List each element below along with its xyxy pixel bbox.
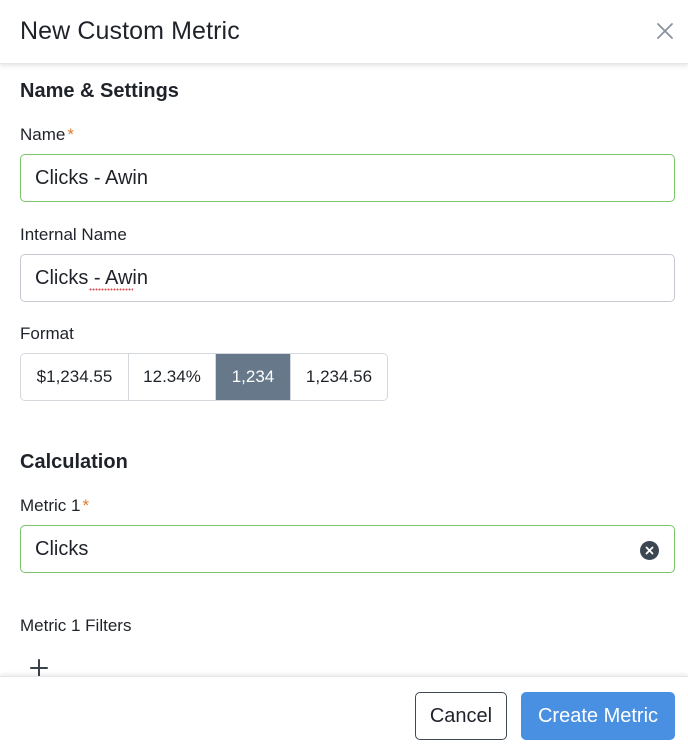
metric1-filters-label: Metric 1 Filters: [20, 616, 132, 635]
plus-icon: [30, 659, 48, 676]
metric1-select[interactable]: Clicks: [20, 525, 675, 573]
modal-footer: Cancel Create Metric: [0, 676, 688, 746]
internal-name-input[interactable]: Clicks - Awin: [20, 254, 675, 302]
format-label: Format: [20, 324, 74, 343]
cancel-button[interactable]: Cancel: [415, 692, 507, 740]
name-input-value: Clicks - Awin: [35, 167, 148, 189]
name-input[interactable]: Clicks - Awin: [20, 154, 675, 202]
internal-name-value: Clicks - Awin: [35, 267, 148, 289]
modal-header: New Custom Metric: [0, 0, 688, 64]
clear-circle-icon: [645, 546, 654, 555]
calculation-heading: Calculation: [20, 451, 128, 473]
metric1-label: Metric 1 *: [20, 496, 89, 516]
name-label-text: Name: [20, 125, 66, 144]
spellcheck-underline: [89, 288, 133, 291]
modal-title: New Custom Metric: [20, 17, 240, 45]
modal-body: Name & Settings Name * Clicks - Awin Inte…: [0, 64, 688, 676]
format-option-decimal[interactable]: 1,234.56: [291, 354, 387, 400]
clear-metric-button[interactable]: [640, 541, 659, 560]
metric1-label-text: Metric 1: [20, 496, 81, 515]
format-selector: $1,234.55 12.34% 1,234 1,234.56: [20, 353, 388, 401]
close-icon: [657, 23, 673, 39]
required-marker: *: [82, 496, 90, 515]
internal-name-label: Internal Name: [20, 225, 127, 244]
format-option-currency[interactable]: $1,234.55: [21, 354, 129, 400]
close-button[interactable]: [650, 16, 680, 46]
format-option-percent[interactable]: 12.34%: [129, 354, 216, 400]
required-marker: *: [67, 125, 74, 144]
name-settings-heading: Name & Settings: [20, 80, 179, 102]
format-option-integer[interactable]: 1,234: [216, 354, 291, 400]
name-label: Name *: [20, 125, 74, 145]
metric1-value: Clicks: [35, 538, 89, 560]
create-metric-button[interactable]: Create Metric: [521, 692, 675, 740]
add-filter-button[interactable]: [28, 657, 50, 676]
